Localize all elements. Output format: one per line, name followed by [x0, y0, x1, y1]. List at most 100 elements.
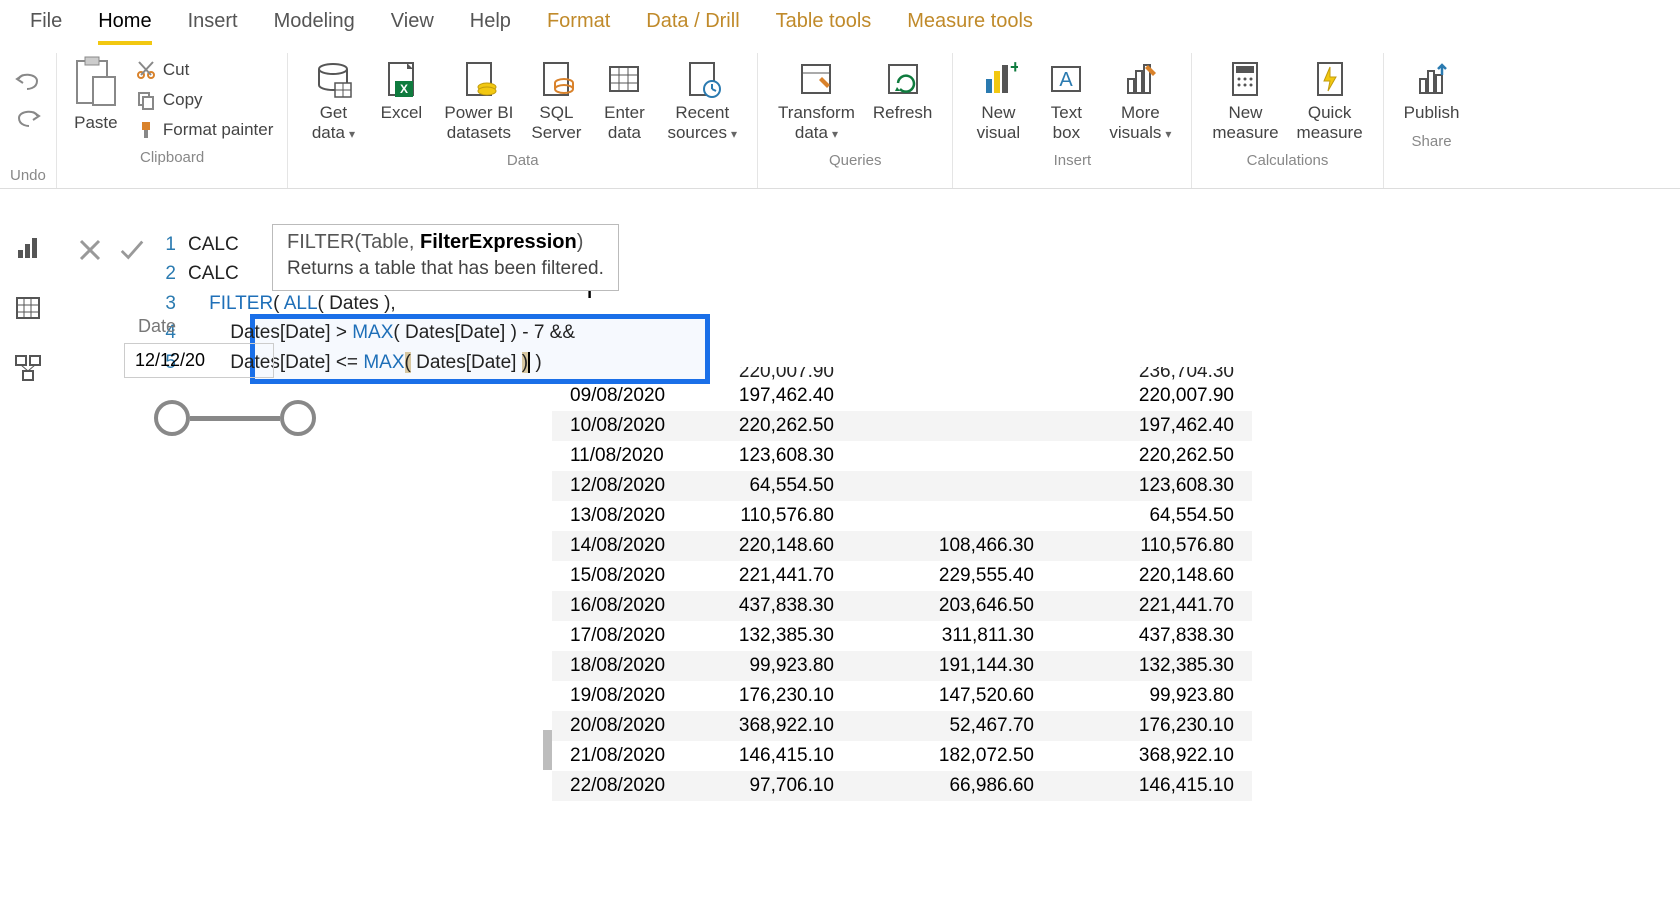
- publish-label: Publish: [1404, 103, 1460, 123]
- table-row[interactable]: 15/08/2020221,441.70229,555.40220,148.60: [552, 561, 1252, 591]
- report-canvas: 1CALC 2CALC 3 FILTER( ALL( Dates ), 4 Da…: [62, 222, 1680, 906]
- cell-value-1: 176,230.10: [692, 681, 852, 711]
- date-slicer[interactable]: Date 12/12/20: [124, 316, 524, 436]
- copy-icon: [135, 89, 157, 111]
- quick-measure-button[interactable]: Quick measure: [1291, 53, 1369, 146]
- tab-home[interactable]: Home: [98, 10, 151, 45]
- enter-data-button[interactable]: Enter data: [593, 53, 655, 146]
- svg-text:A: A: [1060, 69, 1074, 91]
- new-visual-button[interactable]: +New visual: [967, 53, 1029, 146]
- model-view-button[interactable]: [14, 354, 44, 384]
- paste-icon: [71, 53, 121, 111]
- cell-value-2: [852, 381, 1052, 411]
- cell-value-2: 311,811.30: [852, 621, 1052, 651]
- table-row[interactable]: 22/08/202097,706.1066,986.60146,415.10: [552, 771, 1252, 801]
- slicer-slider[interactable]: [154, 400, 524, 436]
- refresh-icon: [881, 57, 925, 101]
- cell-value-2: [852, 411, 1052, 441]
- tooltip-signature: FILTER(Table, FilterExpression): [287, 231, 604, 254]
- table-row[interactable]: 10/08/2020220,262.50197,462.40: [552, 411, 1252, 441]
- tab-file[interactable]: File: [30, 10, 62, 45]
- tab-table-tools[interactable]: Table tools: [776, 10, 872, 45]
- cell-date: 16/08/2020: [552, 591, 692, 621]
- cell-value-1: 220,148.60: [692, 531, 852, 561]
- cell-value-2: 182,072.50: [852, 741, 1052, 771]
- excel-button[interactable]: XExcel: [370, 53, 432, 127]
- result-table[interactable]: 220,007.90 236,704.30 09/08/2020197,462.…: [552, 367, 1252, 801]
- data-group-label: Data: [507, 152, 539, 169]
- cell-date: 17/08/2020: [552, 621, 692, 651]
- excel-icon: X: [379, 57, 423, 101]
- cell-value-2: 229,555.40: [852, 561, 1052, 591]
- ribbon-share-group: Publish Share: [1384, 53, 1480, 188]
- table-row[interactable]: 11/08/2020123,608.30220,262.50: [552, 441, 1252, 471]
- redo-button[interactable]: [15, 106, 41, 133]
- ribbon-queries-group: Transform data Refresh Queries: [758, 53, 953, 188]
- cell-value-1: 220,262.50: [692, 411, 852, 441]
- slicer-start-input[interactable]: 12/12/20: [124, 343, 274, 378]
- clipboard-group-label: Clipboard: [140, 149, 204, 166]
- table-row: 220,007.90 236,704.30: [552, 367, 1252, 381]
- table-row[interactable]: 18/08/202099,923.80191,144.30132,385.30: [552, 651, 1252, 681]
- table-scrollbar-thumb[interactable]: [543, 730, 552, 770]
- copy-button[interactable]: Copy: [135, 87, 274, 113]
- cell-date: 12/08/2020: [552, 471, 692, 501]
- text-box-button[interactable]: AText box: [1035, 53, 1097, 146]
- sql-server-button[interactable]: SQL Server: [525, 53, 587, 146]
- table-row[interactable]: 12/08/202064,554.50123,608.30: [552, 471, 1252, 501]
- tab-insert[interactable]: Insert: [188, 10, 238, 45]
- powerbi-datasets-button[interactable]: Power BI datasets: [438, 53, 519, 146]
- table-row[interactable]: 14/08/2020220,148.60108,466.30110,576.80: [552, 531, 1252, 561]
- new-measure-button[interactable]: New measure: [1206, 53, 1284, 146]
- paste-button[interactable]: Paste: [74, 113, 117, 133]
- cell-date: 13/08/2020: [552, 501, 692, 531]
- get-data-button[interactable]: Get data: [302, 53, 364, 146]
- commit-formula-button[interactable]: [118, 236, 146, 264]
- cell-value-1: 132,385.30: [692, 621, 852, 651]
- insert-group-label: Insert: [1054, 152, 1092, 169]
- data-view-button[interactable]: [14, 294, 44, 324]
- tab-help[interactable]: Help: [470, 10, 511, 45]
- table-row[interactable]: 17/08/2020132,385.30311,811.30437,838.30: [552, 621, 1252, 651]
- table-row[interactable]: 19/08/2020176,230.10147,520.6099,923.80: [552, 681, 1252, 711]
- recent-icon: [680, 57, 724, 101]
- slider-handle-end[interactable]: [280, 400, 316, 436]
- transform-data-button[interactable]: Transform data: [772, 53, 861, 146]
- cell-date: 19/08/2020: [552, 681, 692, 711]
- table-row[interactable]: 16/08/2020437,838.30203,646.50221,441.70: [552, 591, 1252, 621]
- enter-data-label: Enter data: [604, 103, 645, 142]
- cut-button[interactable]: Cut: [135, 57, 274, 83]
- ribbon-insert-group: +New visual AText box More visuals Inser…: [953, 53, 1192, 188]
- undo-button[interactable]: [15, 69, 41, 96]
- table-row[interactable]: 13/08/2020110,576.8064,554.50: [552, 501, 1252, 531]
- format-painter-button[interactable]: Format painter: [135, 117, 274, 143]
- tab-data-drill[interactable]: Data / Drill: [646, 10, 739, 45]
- refresh-button[interactable]: Refresh: [867, 53, 939, 127]
- cell-value-2: [852, 501, 1052, 531]
- intellisense-tooltip: FILTER(Table, FilterExpression) Returns …: [272, 224, 619, 291]
- cancel-formula-button[interactable]: [76, 236, 104, 264]
- tab-modeling[interactable]: Modeling: [274, 10, 355, 45]
- table-row[interactable]: 09/08/2020197,462.40220,007.90: [552, 381, 1252, 411]
- more-visuals-button[interactable]: More visuals: [1103, 53, 1177, 146]
- report-view-button[interactable]: [14, 234, 44, 264]
- cell-value-3: 221,441.70: [1052, 591, 1252, 621]
- format-painter-label: Format painter: [163, 120, 274, 140]
- tab-view[interactable]: View: [391, 10, 434, 45]
- more-visuals-label: More visuals: [1109, 103, 1171, 142]
- tab-measure-tools[interactable]: Measure tools: [907, 10, 1033, 45]
- cell-value-1: 437,838.30: [692, 591, 852, 621]
- quick-measure-label: Quick measure: [1297, 103, 1363, 142]
- slider-bar: [190, 416, 280, 421]
- slider-handle-start[interactable]: [154, 400, 190, 436]
- cell-value-1: 110,576.80: [692, 501, 852, 531]
- brush-icon: [135, 119, 157, 141]
- recent-sources-button[interactable]: Recent sources: [661, 53, 743, 146]
- tab-format[interactable]: Format: [547, 10, 610, 45]
- tooltip-description: Returns a table that has been filtered.: [287, 258, 604, 280]
- table-row[interactable]: 21/08/2020146,415.10182,072.50368,922.10: [552, 741, 1252, 771]
- publish-button[interactable]: Publish: [1398, 53, 1466, 127]
- table-row[interactable]: 20/08/2020368,922.1052,467.70176,230.10: [552, 711, 1252, 741]
- cell-value-1: 64,554.50: [692, 471, 852, 501]
- cell-date: 21/08/2020: [552, 741, 692, 771]
